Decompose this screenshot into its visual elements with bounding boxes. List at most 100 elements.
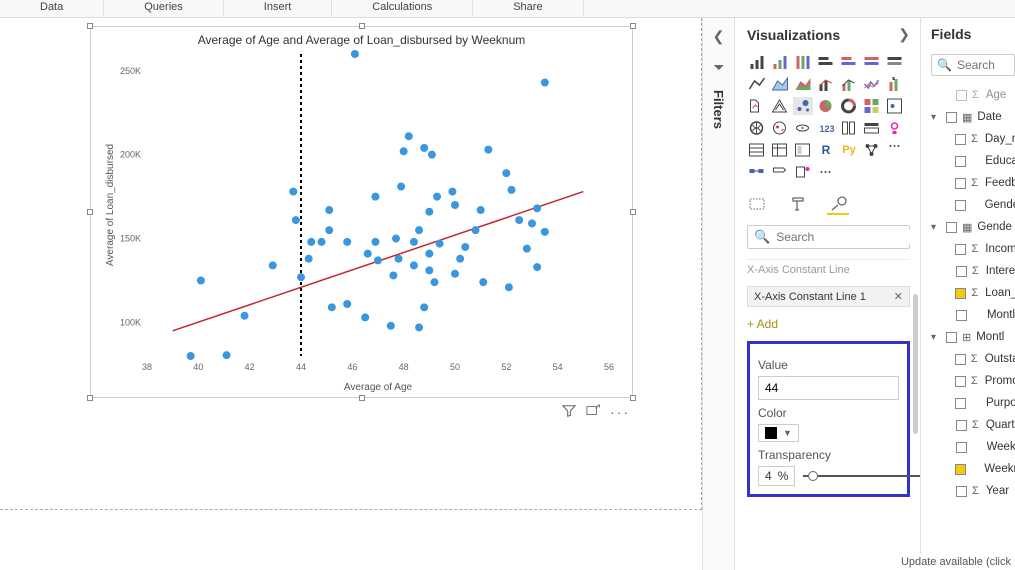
field-row[interactable]: ▾▦Date xyxy=(931,106,1015,128)
color-picker[interactable]: ▼ xyxy=(758,424,799,442)
resize-handle[interactable] xyxy=(87,23,93,29)
status-bar[interactable]: Update available (click xyxy=(897,554,1015,570)
constant-line-item[interactable]: X-Axis Constant Line 1 ✕ xyxy=(747,286,910,307)
viz-type-icon[interactable] xyxy=(793,141,813,159)
ribbon-tabs: Data Queries Insert Calculations Share xyxy=(0,0,1015,18)
viz-type-icon[interactable] xyxy=(862,141,882,159)
scatter-visual[interactable]: Average of Age and Average of Loan_disbu… xyxy=(90,26,633,398)
remove-line-icon[interactable]: ✕ xyxy=(888,290,903,303)
viz-type-icon[interactable] xyxy=(839,53,859,71)
field-row[interactable]: Year xyxy=(931,480,1015,502)
viz-type-icon[interactable] xyxy=(862,53,882,71)
transparency-slider[interactable] xyxy=(803,475,920,477)
add-line-button[interactable]: + Add xyxy=(747,313,910,339)
viz-type-icon[interactable] xyxy=(747,97,767,115)
resize-handle[interactable] xyxy=(630,209,636,215)
viz-type-icon[interactable] xyxy=(816,53,836,71)
ribbon-tab-calculations[interactable]: Calculations xyxy=(332,0,473,17)
analytics-tab[interactable] xyxy=(827,193,849,215)
fields-search[interactable]: 🔍 xyxy=(931,54,1015,76)
viz-type-icon[interactable]: R xyxy=(816,141,836,159)
viz-type-icon[interactable] xyxy=(816,163,836,181)
field-row[interactable]: Weekn xyxy=(931,458,1015,480)
viz-type-icon[interactable] xyxy=(793,97,813,115)
fields-pane: Fields 🔍 Age▾▦DateDay_nEducaFeedbGende▾▦… xyxy=(920,18,1015,570)
viz-type-icon[interactable] xyxy=(770,141,790,159)
ribbon-tab-data[interactable]: Data xyxy=(0,0,104,17)
field-row[interactable]: Montl xyxy=(931,304,1015,326)
viz-type-icon[interactable] xyxy=(747,75,767,93)
field-row[interactable]: Feedb xyxy=(931,172,1015,194)
field-row[interactable]: Gende xyxy=(931,194,1015,216)
ribbon-tab-insert[interactable]: Insert xyxy=(224,0,333,17)
field-row[interactable]: Outsta xyxy=(931,348,1015,370)
ribbon-tab-queries[interactable]: Queries xyxy=(104,0,224,17)
viz-type-icon[interactable] xyxy=(747,141,767,159)
viz-type-icon[interactable] xyxy=(885,97,905,115)
show-pane-icon[interactable]: ⏷ xyxy=(713,59,724,76)
field-row[interactable]: Day_n xyxy=(931,128,1015,150)
fields-tab[interactable] xyxy=(747,193,769,215)
viz-type-icon[interactable] xyxy=(885,75,905,93)
field-row[interactable]: ▾⊞Montl xyxy=(931,326,1015,348)
value-input[interactable] xyxy=(758,376,899,400)
transparency-label: Transparency xyxy=(758,448,899,462)
field-row[interactable]: Age xyxy=(931,84,1015,106)
viz-type-icon[interactable] xyxy=(747,163,767,181)
viz-type-icon[interactable] xyxy=(839,119,859,137)
collapse-viz-icon[interactable]: ❯ xyxy=(898,26,910,43)
viz-type-icon[interactable] xyxy=(770,75,790,93)
viz-search[interactable]: 🔍 xyxy=(747,225,910,249)
resize-handle[interactable] xyxy=(630,23,636,29)
format-tab[interactable] xyxy=(787,193,809,215)
more-options-icon[interactable]: ··· xyxy=(610,404,630,421)
field-row[interactable]: Week xyxy=(931,436,1015,458)
viz-type-icon[interactable] xyxy=(839,97,859,115)
viz-type-icon[interactable] xyxy=(793,53,813,71)
resize-handle[interactable] xyxy=(359,395,365,401)
report-canvas[interactable]: Average of Age and Average of Loan_disbu… xyxy=(0,18,702,570)
viz-type-icon[interactable] xyxy=(770,97,790,115)
viz-type-icon[interactable]: Py xyxy=(839,141,859,159)
viz-type-icon[interactable] xyxy=(885,119,905,137)
viz-type-icon[interactable] xyxy=(793,75,813,93)
field-row[interactable]: Educa xyxy=(931,150,1015,172)
prev-section-row[interactable]: X-Axis Constant Line xyxy=(747,259,910,280)
filter-icon[interactable] xyxy=(562,404,576,421)
transparency-value-box[interactable]: 4 % xyxy=(758,466,795,486)
viz-search-input[interactable] xyxy=(776,230,920,244)
ribbon-tab-share[interactable]: Share xyxy=(473,0,583,17)
expand-filters-icon[interactable]: ❮ xyxy=(713,28,725,45)
viz-type-icon[interactable] xyxy=(885,53,905,71)
viz-type-icon[interactable] xyxy=(816,97,836,115)
viz-type-icon[interactable] xyxy=(770,163,790,181)
viz-type-icon[interactable] xyxy=(747,119,767,137)
viz-type-icon[interactable] xyxy=(839,75,859,93)
resize-handle[interactable] xyxy=(630,395,636,401)
viz-type-icon[interactable] xyxy=(747,53,767,71)
field-row[interactable]: Promo xyxy=(931,370,1015,392)
field-row[interactable]: Purpo xyxy=(931,392,1015,414)
viz-type-icon[interactable] xyxy=(793,163,813,181)
field-row[interactable]: Incom xyxy=(931,238,1015,260)
field-row[interactable]: Quart xyxy=(931,414,1015,436)
filters-label: Filters xyxy=(711,90,726,129)
resize-handle[interactable] xyxy=(87,395,93,401)
scrollbar[interactable] xyxy=(913,294,918,434)
viz-type-icon[interactable]: 123 xyxy=(816,119,836,137)
resize-handle[interactable] xyxy=(359,23,365,29)
viz-type-icon[interactable] xyxy=(885,141,905,159)
focus-mode-icon[interactable] xyxy=(586,404,600,421)
viz-type-icon[interactable] xyxy=(862,119,882,137)
viz-type-icon[interactable] xyxy=(770,53,790,71)
viz-type-icon[interactable] xyxy=(862,97,882,115)
viz-type-icon[interactable] xyxy=(793,119,813,137)
viz-type-icon[interactable] xyxy=(816,75,836,93)
resize-handle[interactable] xyxy=(87,209,93,215)
field-row[interactable]: Loan_ xyxy=(931,282,1015,304)
viz-type-icon[interactable] xyxy=(770,119,790,137)
fields-search-input[interactable] xyxy=(957,58,1007,72)
viz-type-icon[interactable] xyxy=(862,75,882,93)
field-row[interactable]: ▾▦Gende xyxy=(931,216,1015,238)
field-row[interactable]: Intere xyxy=(931,260,1015,282)
